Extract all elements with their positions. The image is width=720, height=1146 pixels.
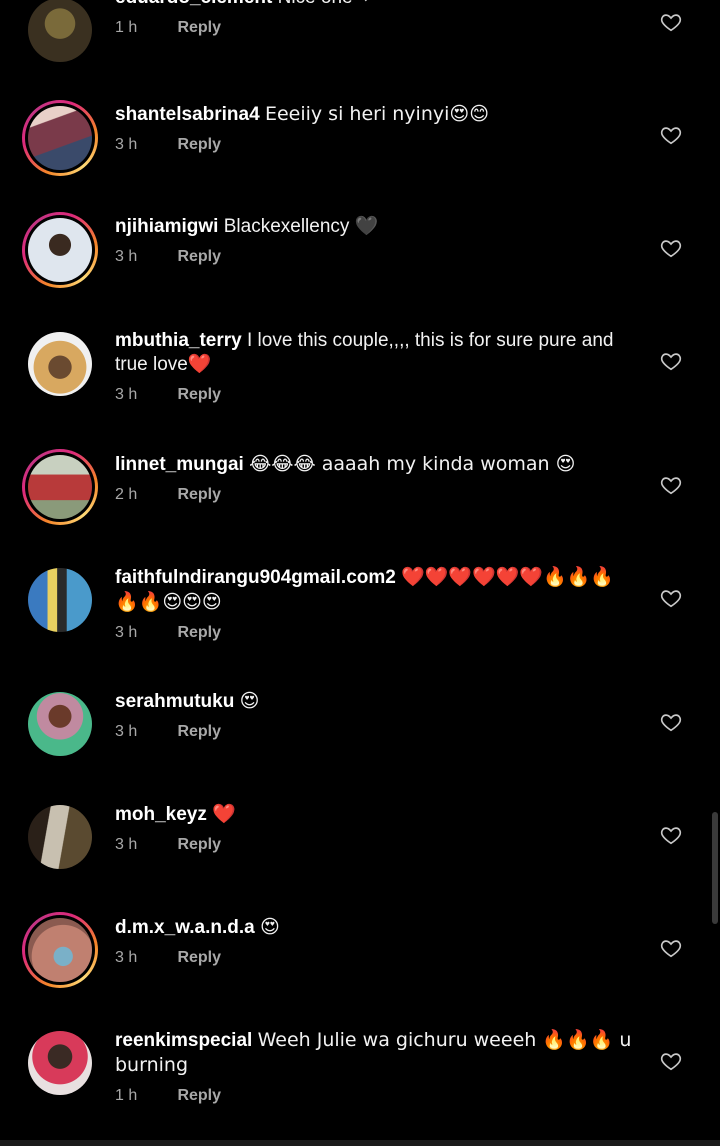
avatar[interactable] [22,799,98,875]
comment-text: moh_keyz ❤️ [115,802,635,827]
reply-button[interactable]: Reply [177,19,221,36]
comment-meta: 1 h Reply [115,1086,635,1106]
comment-time: 3 h [115,723,138,740]
comment-meta: 3 h Reply [115,835,635,855]
heart-outline-icon [660,827,682,845]
comment-meta: 3 h Reply [115,135,635,155]
reply-button[interactable]: Reply [177,136,221,153]
avatar[interactable] [22,449,98,525]
comment-username[interactable]: d.m.x_w.a.n.d.a [115,917,255,938]
comment-time: 3 h [115,836,138,853]
like-button[interactable] [660,1050,682,1072]
comment-text: njihiamigwi Blackexellency 🖤 [115,215,635,239]
comment-username[interactable]: faithfulndirangu904gmail.com2 [115,567,396,588]
reply-button[interactable]: Reply [177,386,221,403]
comment-body: 😍 [239,690,260,712]
comment-text: d.m.x_w.a.n.d.a 😍 [115,915,635,940]
heart-outline-icon [660,714,682,732]
reply-button[interactable]: Reply [177,1087,221,1104]
comment-body: 😂😂😂 aaaah my kinda woman 😍 [249,453,576,475]
comment-username[interactable]: serahmutuku [115,691,234,712]
reply-button[interactable]: Reply [177,949,221,966]
comment-body: Eeeiiy si heri nyinyi😍😊 [264,103,490,125]
like-button[interactable] [660,11,682,33]
comment-time: 3 h [115,386,138,403]
like-button[interactable] [660,350,682,372]
reply-button[interactable]: Reply [177,486,221,503]
like-button[interactable] [660,237,682,259]
avatar[interactable] [22,562,98,638]
comment-meta: 3 h Reply [115,722,635,742]
comment-username[interactable]: mbuthia_terry [115,330,242,351]
heart-outline-icon [660,127,682,145]
heart-outline-icon [660,590,682,608]
avatar[interactable] [22,212,98,288]
avatar[interactable] [22,912,98,988]
comment-time: 3 h [115,624,138,641]
reply-button[interactable]: Reply [177,836,221,853]
comment-meta: 2 h Reply [115,485,635,505]
avatar[interactable] [22,0,98,68]
comment-text: mbuthia_terry I love this couple,,,, thi… [115,329,635,377]
comment-body: Nice one ❤ [278,0,374,8]
reply-button[interactable]: Reply [177,624,221,641]
comment-username[interactable]: reenkimspecial [115,1030,252,1051]
comment-time: 3 h [115,248,138,265]
comment-text: serahmutuku 😍 [115,689,635,714]
avatar[interactable] [22,1025,98,1101]
heart-outline-icon [660,353,682,371]
comment-body: Blackexellency 🖤 [223,216,379,237]
reply-button[interactable]: Reply [177,248,221,265]
avatar[interactable] [22,100,98,176]
like-button[interactable] [660,937,682,959]
like-button[interactable] [660,711,682,733]
comment-meta: 1 h Reply [115,18,635,38]
bottom-edge [0,1140,720,1146]
comment-time: 3 h [115,949,138,966]
like-button[interactable] [660,474,682,496]
avatar[interactable] [22,686,98,762]
heart-outline-icon [660,940,682,958]
comment-time: 1 h [115,19,138,36]
comment-body: ❤️ [212,803,236,825]
comment-text: linnet_mungai 😂😂😂 aaaah my kinda woman 😍 [115,452,635,477]
scrollbar[interactable] [712,812,718,924]
comment-time: 2 h [115,486,138,503]
comment-time: 1 h [115,1087,138,1104]
heart-outline-icon [660,14,682,32]
comment-text: shantelsabrina4 Eeeiiy si heri nyinyi😍😊 [115,102,635,127]
heart-outline-icon [660,1053,682,1071]
comment-username[interactable]: eduardo_clement [115,0,272,8]
comment-text: faithfulndirangu904gmail.com2 ❤️❤️❤️❤️❤️… [115,565,635,615]
comment-meta: 3 h Reply [115,247,635,267]
heart-outline-icon [660,240,682,258]
comment-username[interactable]: shantelsabrina4 [115,104,260,125]
comment-meta: 3 h Reply [115,623,635,643]
avatar[interactable] [22,326,98,402]
comment-username[interactable]: moh_keyz [115,804,207,825]
comment-meta: 3 h Reply [115,385,635,405]
comment-text: eduardo_clement Nice one ❤ [115,0,635,10]
like-button[interactable] [660,124,682,146]
comment-username[interactable]: njihiamigwi [115,216,218,237]
comment-body: 😍 [260,916,280,938]
comment-text: reenkimspecial Weeh Julie wa gichuru wee… [115,1028,635,1078]
like-button[interactable] [660,824,682,846]
like-button[interactable] [660,587,682,609]
reply-button[interactable]: Reply [177,723,221,740]
comment-time: 3 h [115,136,138,153]
heart-outline-icon [660,477,682,495]
comment-meta: 3 h Reply [115,948,635,968]
comment-username[interactable]: linnet_mungai [115,454,244,475]
